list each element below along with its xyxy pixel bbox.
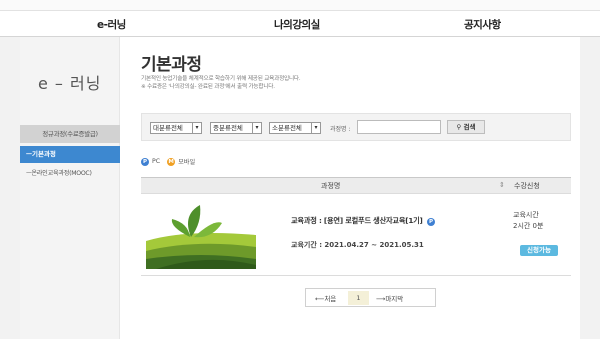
search-button[interactable]: ⚲ 검색 (447, 120, 485, 134)
search-icon: ⚲ (456, 123, 462, 131)
column-course-name: 과정명 (321, 182, 341, 190)
course-hours-label: 교육시간 (513, 211, 539, 219)
sidebar-section-header: 정규과정(수료증발급) (20, 125, 120, 143)
course-title-text: 교육과정 : [용연] 로컬푸드 생산자교육[1기] (291, 216, 423, 225)
course-period: 교육기간 : 2021.04.27 ~ 2021.05.31 (291, 241, 424, 249)
column-enrollment: 수강신청 (514, 182, 540, 190)
course-name-label: 과정명 : (330, 126, 351, 133)
first-page-link[interactable]: ⟵처음 (315, 293, 336, 303)
mobile-badge-icon: M (167, 157, 176, 166)
search-filter-bar: 대분류전체 ▾ 중분류전체 ▾ 소분류전체 ▾ 과정명 : ⚲ 검색 (141, 113, 571, 141)
pagination: ⟵처음 1 ⟶마지막 (305, 288, 436, 307)
page-container: e – 러닝 정규과정(수료증발급) ㅡ기본과정 ㅡ온라인교육과정(MOOC) … (20, 37, 580, 339)
top-nav: e-러닝 나의강의실 공지사항 (0, 10, 600, 37)
select-value: 대분류전체 (153, 124, 183, 132)
nav-item-elearning[interactable]: e-러닝 (97, 17, 126, 32)
device-legend: P PC M 모바일 (141, 157, 195, 166)
main-content: 기본과정 기본적인 농업기술을 체계적으로 학습하기 위해 제공된 교육과정입니… (120, 37, 580, 339)
course-title[interactable]: 교육과정 : [용연] 로컬푸드 생산자교육[1기] P (291, 216, 435, 226)
sidebar: e – 러닝 정규과정(수료증발급) ㅡ기본과정 ㅡ온라인교육과정(MOOC) (20, 37, 120, 339)
sidebar-item-basic-course[interactable]: ㅡ기본과정 (20, 146, 120, 163)
course-thumbnail[interactable] (146, 201, 256, 269)
table-row[interactable]: 교육과정 : [용연] 로컬푸드 생산자교육[1기] P 교육기간 : 2021… (141, 194, 571, 276)
minor-category-select[interactable]: 소분류전체 ▾ (269, 122, 321, 134)
nav-item-notice[interactable]: 공지사항 (464, 17, 501, 32)
pc-label: PC (152, 158, 161, 165)
chevron-down-icon: ▾ (192, 123, 201, 133)
chevron-down-icon: ▾ (252, 123, 261, 133)
page-title: 기본과정 (141, 55, 202, 75)
page-description: 기본적인 농업기술을 체계적으로 학습하기 위해 제공된 교육과정입니다. ※ … (141, 75, 301, 91)
nav-item-my-classroom[interactable]: 나의강의실 (274, 17, 320, 32)
page-number-current[interactable]: 1 (348, 291, 369, 305)
select-value: 중분류전체 (213, 124, 243, 132)
course-hours-value: 2시간 0분 (513, 222, 544, 230)
middle-category-select[interactable]: 중분류전체 ▾ (210, 122, 262, 134)
description-line: 기본적인 농업기술을 체계적으로 학습하기 위해 제공된 교육과정입니다. (141, 76, 301, 82)
description-note: ※ 수료증은 '나의강의실- 완료된 과정'에서 출력 가능합니다. (141, 84, 275, 90)
top-strip (0, 0, 600, 10)
sort-icon[interactable]: ⇕ (499, 181, 505, 189)
sidebar-logo: e – 러닝 (38, 74, 102, 93)
course-hours: 교육시간 2시간 0분 (513, 210, 543, 232)
course-name-input[interactable] (357, 120, 441, 134)
pc-badge-icon: P (141, 157, 149, 166)
select-value: 소분류전체 (272, 124, 302, 132)
mobile-label: 모바일 (178, 159, 196, 166)
table-header: 과정명 ⇕ 수강신청 (141, 177, 571, 194)
last-page-link[interactable]: ⟶마지막 (376, 293, 403, 303)
sidebar-item-mooc[interactable]: ㅡ온라인교육과정(MOOC) (20, 165, 120, 182)
chevron-down-icon: ▾ (311, 123, 320, 133)
pc-badge-icon: P (426, 218, 435, 226)
major-category-select[interactable]: 대분류전체 ▾ (150, 122, 202, 134)
enroll-status-button[interactable]: 신청가능 (520, 245, 558, 256)
search-button-label: 검색 (463, 123, 476, 131)
